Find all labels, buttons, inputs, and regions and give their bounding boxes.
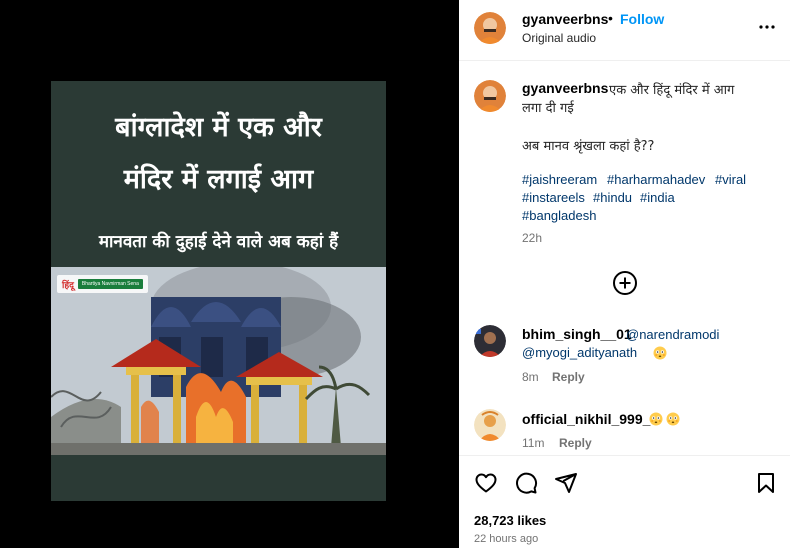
brand-badge: हिंदू Bhartiya Navnirman Sena — [57, 275, 148, 293]
share-icon[interactable] — [554, 471, 578, 495]
comment-username[interactable]: official_nikhil_999_ — [522, 411, 650, 427]
brand-name: Bhartiya Navnirman Sena — [77, 279, 143, 289]
comment-timestamp[interactable]: 8m — [522, 370, 539, 384]
hashtag[interactable]: #jaishreeram — [522, 172, 597, 187]
reel-subheadline: मानवता की दुहाई देने वाले अब कहां हैं — [98, 232, 339, 252]
burning-temple-image: हिंदू Bhartiya Navnirman Sena — [51, 267, 386, 455]
comment-mention[interactable]: @narendramodi — [626, 327, 719, 342]
hashtag[interactable]: #harharmahadev — [607, 172, 705, 187]
bookmark-icon[interactable] — [754, 471, 778, 495]
hashtag[interactable]: #bangladesh — [522, 208, 596, 223]
more-horizontal-icon[interactable] — [755, 15, 779, 39]
comment-username[interactable]: bhim_singh__01 — [522, 326, 632, 342]
hashtag[interactable]: #instareels — [522, 190, 585, 205]
post-media: बांग्लादेश में एक और मंदिर में लगाई आग म… — [0, 0, 459, 548]
reel-headline-line-1: बांग्लादेश में एक और — [115, 112, 322, 143]
heart-icon[interactable] — [474, 471, 498, 495]
caption-username[interactable]: gyanveerbns — [522, 80, 608, 96]
caption-timestamp[interactable]: 22h — [522, 231, 542, 245]
flushed-face-icon — [666, 412, 680, 426]
caption-text-line-2: लगा दी गई — [522, 101, 574, 116]
author-avatar[interactable] — [474, 12, 506, 44]
reel-video[interactable]: बांग्लादेश में एक और मंदिर में लगाई आग म… — [51, 81, 386, 501]
author-username[interactable]: gyanveerbns — [522, 11, 608, 27]
brand-mark: हिंदू — [62, 280, 74, 291]
follow-button[interactable]: Follow — [620, 11, 664, 27]
reel-headline: बांग्लादेश में एक और मंदिर में लगाई आग — [51, 111, 386, 197]
hashtag[interactable]: #viral — [715, 172, 746, 187]
flushed-face-icon — [649, 412, 663, 426]
comment-icon[interactable] — [514, 471, 538, 495]
reply-button[interactable]: Reply — [552, 370, 585, 384]
audio-label[interactable]: Original audio — [522, 31, 596, 45]
like-count[interactable]: 28,723 likes — [474, 513, 546, 528]
caption-avatar[interactable] — [474, 80, 506, 112]
flushed-face-icon — [653, 346, 667, 360]
post-timestamp[interactable]: 22 hours ago — [474, 533, 538, 545]
temple-illustration — [51, 267, 386, 455]
reply-button[interactable]: Reply — [559, 436, 592, 450]
caption-text-line-3: अब मानव श्रृंखला कहां है?? — [522, 139, 655, 154]
caption-text-line-1: एक और हिंदू मंदिर में आग — [609, 83, 735, 98]
separator-dot: • — [608, 10, 613, 26]
commenter-avatar[interactable] — [474, 409, 506, 441]
hashtag[interactable]: #hindu — [593, 190, 632, 205]
post-actions-bar: 28,723 likes 22 hours ago — [459, 455, 790, 548]
plus-circle-icon[interactable] — [612, 270, 638, 296]
post-header: gyanveerbns • Follow Original audio — [459, 0, 790, 61]
comment-timestamp[interactable]: 11m — [522, 436, 544, 450]
post-details-panel: gyanveerbns • Follow Original audio gyan… — [459, 0, 790, 548]
hashtag[interactable]: #india — [640, 190, 675, 205]
comment-mention[interactable]: @myogi_adityanath — [522, 345, 637, 360]
commenter-avatar[interactable] — [474, 325, 506, 357]
reel-headline-line-2: मंदिर में लगाई आग — [123, 164, 314, 195]
